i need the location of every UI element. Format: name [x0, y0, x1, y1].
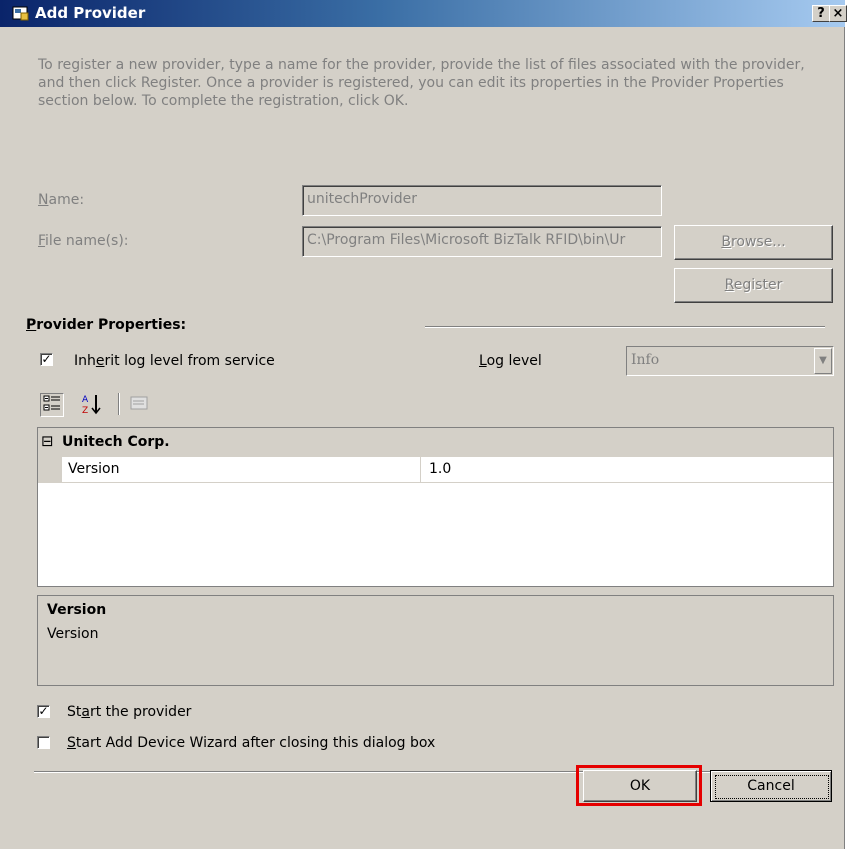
category-row[interactable]: ⊟ Unitech Corp.: [38, 428, 833, 457]
inherit-log-level-checkbox[interactable]: ✓: [40, 353, 53, 366]
property-grid[interactable]: ⊟ Unitech Corp. Version 1.0: [37, 427, 834, 587]
file-names-field[interactable]: C:\Program Files\Microsoft BizTalk RFID\…: [302, 226, 662, 257]
categorized-icon[interactable]: [40, 393, 64, 417]
category-label: Unitech Corp.: [62, 434, 170, 450]
alphabetical-sort-icon[interactable]: A Z: [80, 393, 102, 416]
description-text: Version: [47, 626, 99, 642]
row-divider: [38, 482, 833, 483]
add-provider-dialog: Add Provider ? × To register a new provi…: [0, 0, 847, 849]
start-provider-label[interactable]: Start the provider: [67, 704, 191, 720]
log-level-label: Log level: [479, 353, 542, 369]
title-bar[interactable]: Add Provider ? ×: [0, 0, 847, 27]
column-divider: [420, 457, 421, 483]
toolbar-separator: [118, 393, 120, 415]
collapse-icon[interactable]: ⊟: [41, 432, 54, 450]
help-button[interactable]: ?: [812, 5, 830, 22]
log-level-select[interactable]: Info ▼: [626, 346, 834, 376]
close-button[interactable]: ×: [829, 5, 847, 22]
bottom-divider: [34, 771, 824, 773]
description-pane: Version Version: [37, 595, 834, 686]
app-icon: [12, 6, 29, 21]
browse-button[interactable]: Browse...: [674, 225, 833, 260]
svg-text:Z: Z: [82, 406, 88, 415]
start-wizard-label[interactable]: Start Add Device Wizard after closing th…: [67, 735, 435, 751]
description-title: Version: [47, 602, 107, 618]
file-names-label: File name(s):: [38, 233, 129, 249]
log-level-value: Info: [631, 352, 660, 368]
start-provider-checkbox[interactable]: ✓: [37, 705, 50, 718]
chevron-down-icon[interactable]: ▼: [814, 348, 832, 374]
section-divider: [425, 326, 825, 328]
property-name: Version: [68, 461, 120, 477]
property-pages-icon[interactable]: [128, 393, 150, 415]
ok-highlight-box: [576, 765, 702, 806]
property-row-version[interactable]: Version 1.0: [38, 457, 833, 483]
name-field[interactable]: unitechProvider: [302, 185, 662, 216]
inherit-log-level-label[interactable]: Inherit log level from service: [74, 353, 275, 369]
focus-indicator: [715, 775, 829, 799]
property-value[interactable]: 1.0: [429, 461, 451, 477]
window-title: Add Provider: [35, 4, 146, 22]
svg-text:A: A: [82, 395, 89, 405]
provider-properties-title: Provider Properties:: [26, 317, 187, 333]
register-button[interactable]: Register: [674, 268, 833, 303]
grid-gutter: [38, 457, 62, 483]
cancel-button[interactable]: Cancel: [710, 770, 832, 802]
intro-text: To register a new provider, type a name …: [38, 57, 805, 109]
start-wizard-checkbox[interactable]: [37, 736, 50, 749]
name-label: Name:: [38, 192, 85, 208]
